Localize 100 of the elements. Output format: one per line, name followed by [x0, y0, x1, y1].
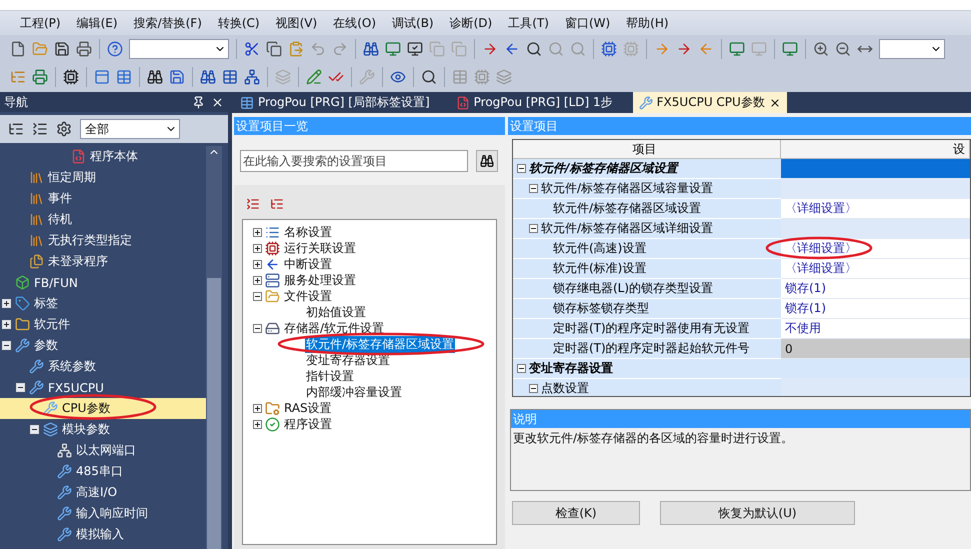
menu-item[interactable]: 工具(T): [502, 12, 555, 34]
pencil-icon[interactable]: [306, 69, 322, 85]
setting-value-cell[interactable]: 〈详细设置〉: [781, 239, 970, 259]
search-icon[interactable]: [526, 41, 542, 57]
action-button[interactable]: 恢复为默认(U): [660, 501, 855, 525]
collapse-icon[interactable]: [529, 224, 538, 233]
collapse-icon[interactable]: [517, 164, 526, 173]
menu-item[interactable]: 编辑(E): [70, 12, 124, 34]
menu-item[interactable]: 调试(B): [386, 12, 440, 34]
monitor-icon[interactable]: [782, 41, 798, 57]
collapse-all-icon[interactable]: [246, 197, 260, 211]
new-file-icon[interactable]: [10, 41, 26, 57]
collapse-icon[interactable]: [529, 184, 538, 193]
zoom-combo-field[interactable]: [879, 39, 945, 59]
printer-icon[interactable]: [32, 69, 48, 85]
editor-tab[interactable]: ProgPou [PRG] [LD] 1步: [450, 92, 619, 113]
close-icon[interactable]: [211, 96, 224, 108]
monitor-icon[interactable]: [729, 41, 745, 57]
nav-tree-item[interactable]: 未登录程序: [0, 251, 206, 272]
settings-tree-item[interactable]: 程序设置: [283, 416, 333, 432]
zoom-in-icon[interactable]: [813, 41, 829, 57]
menu-item[interactable]: 转换(C): [212, 12, 266, 34]
setting-value-cell[interactable]: 〈详细设置〉: [781, 199, 970, 219]
collapse-icon[interactable]: [517, 364, 526, 373]
arrow-right-icon[interactable]: [482, 41, 498, 57]
nav-tree-item[interactable]: 高速I/O: [0, 482, 206, 503]
nav-tree-item[interactable]: 事件: [0, 188, 206, 209]
nav-tree-item[interactable]: 待机: [0, 209, 206, 230]
printer-icon[interactable]: [76, 41, 92, 57]
nav-tree-item[interactable]: 模块参数: [0, 419, 206, 440]
nav-tree-item[interactable]: 模拟输入: [0, 524, 206, 545]
menu-item[interactable]: 视图(V): [270, 12, 324, 34]
nav-tree-item[interactable]: FX5UCPU: [0, 377, 206, 398]
action-button[interactable]: 检查(K): [512, 501, 640, 525]
settings-tree-item[interactable]: 初始值设置: [305, 304, 367, 320]
settings-tree-item[interactable]: 服务处理设置: [283, 272, 357, 288]
setting-value-cell[interactable]: 锁存(1): [781, 299, 970, 319]
expand-icon[interactable]: [253, 276, 262, 284]
menu-item[interactable]: 窗口(W): [558, 12, 616, 34]
nav-tree-item[interactable]: 无执行类型指定: [0, 230, 206, 251]
settings-tree-item[interactable]: 指针设置: [305, 368, 355, 384]
save-icon[interactable]: [54, 41, 70, 57]
pin-icon[interactable]: [192, 96, 205, 108]
menu-item[interactable]: 在线(O): [327, 12, 382, 34]
search-field[interactable]: 在此输入要搜索的设置项目: [240, 150, 468, 172]
settings-tree-item[interactable]: RAS设置: [283, 400, 333, 416]
settings-tree-item[interactable]: 存储器/软元件设置: [283, 320, 386, 336]
expand-icon[interactable]: [253, 420, 262, 428]
setting-value-cell[interactable]: 锁存(1): [781, 279, 970, 299]
settings-tree-item[interactable]: 名称设置: [283, 224, 333, 240]
binoculars-icon[interactable]: [147, 69, 163, 85]
editor-tab[interactable]: FX5UCPU CPU参数: [632, 92, 787, 113]
nav-tree-item[interactable]: 标签: [0, 293, 206, 314]
nav-tree-item[interactable]: 系统参数: [0, 356, 206, 377]
nav-tree-item[interactable]: 软元件: [0, 314, 206, 335]
settings-tree-item[interactable]: 文件设置: [283, 288, 333, 304]
collapse-icon[interactable]: [253, 292, 262, 300]
expand-icon[interactable]: [253, 244, 262, 252]
eye-icon[interactable]: [390, 69, 406, 85]
editor-tab[interactable]: ProgPou [PRG] [局部标签设置]: [234, 92, 436, 113]
nav-tree-item[interactable]: FB/FUN: [0, 272, 206, 293]
nav-tree-item[interactable]: 参数: [0, 335, 206, 356]
binoculars-icon[interactable]: [200, 69, 216, 85]
monitor-check-icon[interactable]: [407, 41, 423, 57]
scissors-icon[interactable]: [244, 41, 260, 57]
nav-tree-item[interactable]: 输入响应时间: [0, 503, 206, 524]
expand-icon[interactable]: [253, 260, 262, 268]
menu-item[interactable]: 搜索/替换(F): [128, 12, 208, 34]
expand-icon[interactable]: [253, 404, 262, 412]
settings-tree-item[interactable]: 中断设置: [283, 256, 333, 272]
nav-tree-item[interactable]: 恒定周期: [0, 167, 206, 188]
copy-icon[interactable]: [266, 41, 282, 57]
close-icon[interactable]: [768, 96, 781, 108]
collapse-icon[interactable]: [529, 384, 538, 393]
settings-tree-item[interactable]: 内部缓冲容量设置: [305, 384, 403, 400]
scroll-thumb[interactable]: [207, 278, 221, 549]
search-button[interactable]: [476, 150, 498, 172]
network-icon[interactable]: [244, 69, 260, 85]
nav-tree-item[interactable]: CPU参数: [0, 398, 206, 419]
menu-item[interactable]: 帮助(H): [620, 12, 675, 34]
nav-tree-item[interactable]: 以太网端口: [0, 440, 206, 461]
window-icon[interactable]: [94, 69, 110, 85]
zoom-out-icon[interactable]: [835, 41, 851, 57]
collapse-icon[interactable]: [253, 324, 262, 332]
scrollbar[interactable]: [206, 146, 222, 549]
search-icon[interactable]: [421, 69, 437, 85]
help-icon[interactable]: [107, 41, 123, 57]
tree-view-icon[interactable]: [8, 121, 24, 137]
menu-item[interactable]: 工程(P): [14, 12, 67, 34]
table-icon[interactable]: [222, 69, 238, 85]
nav-tree-item[interactable]: 485串口: [0, 461, 206, 482]
expand-all-icon[interactable]: [270, 197, 284, 211]
cpu-icon[interactable]: [601, 41, 617, 57]
settings-tree-item[interactable]: 运行关联设置: [283, 240, 357, 256]
collapse-tree-icon[interactable]: [32, 121, 48, 137]
filter-dropdown[interactable]: 全部: [80, 119, 180, 139]
expand-icon[interactable]: [253, 228, 262, 236]
nav-tree-item[interactable]: 程序本体: [0, 146, 206, 167]
chip-icon[interactable]: [63, 69, 79, 85]
settings-icon[interactable]: [56, 121, 72, 137]
